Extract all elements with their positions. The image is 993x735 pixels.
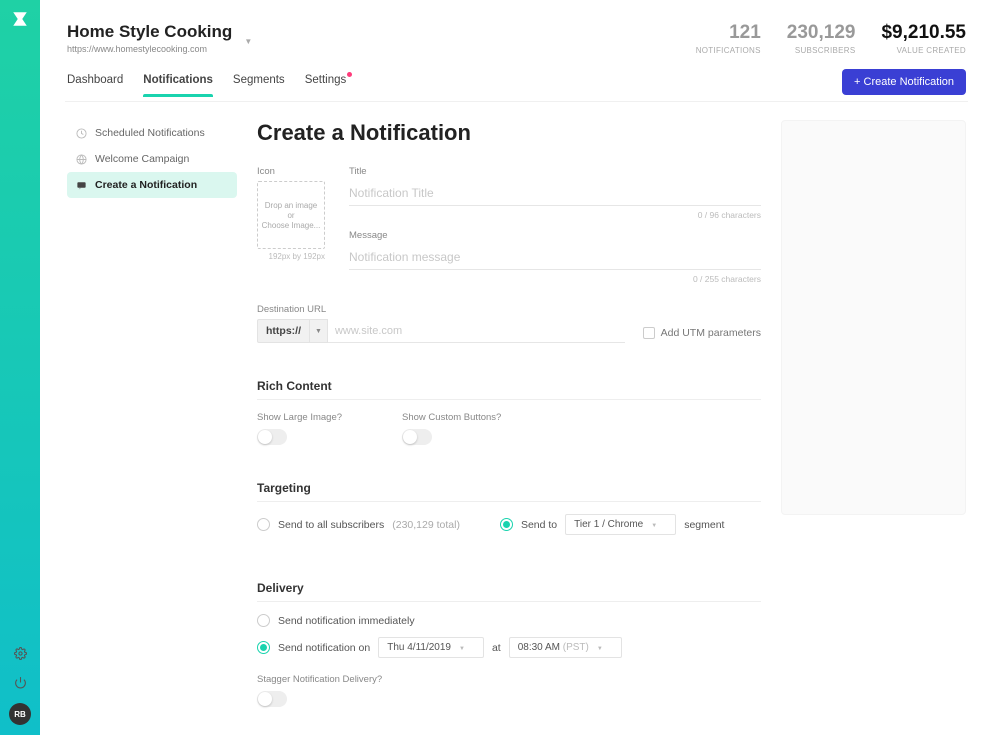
- icon-dropzone[interactable]: Drop an image or Choose Image...: [257, 181, 325, 249]
- stat-notifications: 121 NOTIFICATIONS: [696, 22, 761, 55]
- segment-select[interactable]: Tier 1 / Chrome▼: [565, 514, 676, 535]
- title-label: Title: [349, 166, 761, 177]
- chevron-down-icon: ▼: [244, 37, 252, 46]
- title-char-count: 0 / 96 characters: [349, 210, 761, 220]
- custom-buttons-toggle[interactable]: [402, 429, 432, 445]
- tab-settings[interactable]: Settings: [305, 74, 347, 96]
- tab-dashboard[interactable]: Dashboard: [67, 74, 123, 96]
- chevron-down-icon: ▼: [459, 646, 465, 652]
- title-input[interactable]: [349, 181, 761, 206]
- site-name: Home Style Cooking: [67, 22, 232, 42]
- message-icon: [75, 179, 87, 191]
- site-switcher[interactable]: Home Style Cooking https://www.homestyle…: [67, 22, 252, 54]
- stat-value-created: $9,210.55 VALUE CREATED: [881, 22, 966, 55]
- checkbox-icon: [643, 327, 655, 339]
- site-url: https://www.homestylecooking.com: [67, 44, 232, 54]
- stat-subscribers: 230,129 SUBSCRIBERS: [787, 22, 856, 55]
- radio-icon: [257, 518, 270, 531]
- gear-icon[interactable]: [14, 647, 27, 660]
- page-title: Create a Notification: [257, 120, 761, 146]
- delivery-scheduled-radio[interactable]: Send notification on Thu 4/11/2019▼ at 0…: [257, 637, 761, 658]
- tab-notifications[interactable]: Notifications: [143, 74, 213, 96]
- app-sidebar: RB: [0, 0, 40, 735]
- create-notification-button[interactable]: + Create Notification: [842, 69, 966, 95]
- power-icon[interactable]: [14, 676, 27, 689]
- add-utm-checkbox[interactable]: Add UTM parameters: [643, 327, 761, 343]
- delivery-date-select[interactable]: Thu 4/11/2019▼: [378, 637, 484, 658]
- radio-icon: [257, 641, 270, 654]
- custom-buttons-label: Show Custom Buttons?: [402, 412, 501, 423]
- chevron-down-icon[interactable]: ▼: [309, 319, 328, 343]
- large-image-label: Show Large Image?: [257, 412, 342, 423]
- chevron-down-icon: ▼: [597, 646, 603, 652]
- rich-content-heading: Rich Content: [257, 379, 761, 400]
- clock-icon: [75, 127, 87, 139]
- radio-icon: [257, 614, 270, 627]
- message-char-count: 0 / 255 characters: [349, 274, 761, 284]
- destination-url-input[interactable]: [328, 319, 625, 343]
- stagger-label: Stagger Notification Delivery?: [257, 674, 761, 685]
- sidebar-item-scheduled[interactable]: Scheduled Notifications: [67, 120, 237, 146]
- sidebar-item-welcome[interactable]: Welcome Campaign: [67, 146, 237, 172]
- url-scheme-select[interactable]: https://: [257, 319, 309, 343]
- globe-icon: [75, 153, 87, 165]
- avatar[interactable]: RB: [9, 703, 31, 725]
- radio-icon: [500, 518, 513, 531]
- sub-navigation: Scheduled Notifications Welcome Campaign…: [67, 120, 237, 707]
- large-image-toggle[interactable]: [257, 429, 287, 445]
- icon-label: Icon: [257, 166, 325, 177]
- destination-label: Destination URL: [257, 304, 625, 315]
- message-input[interactable]: [349, 245, 761, 270]
- delivery-immediate-radio[interactable]: Send notification immediately: [257, 614, 761, 627]
- sidebar-item-create[interactable]: Create a Notification: [67, 172, 237, 198]
- tab-segments[interactable]: Segments: [233, 74, 285, 96]
- top-header: Home Style Cooking https://www.homestyle…: [65, 0, 968, 55]
- delivery-time-select[interactable]: 08:30 AM (PST)▼: [509, 637, 622, 658]
- delivery-heading: Delivery: [257, 581, 761, 602]
- icon-dimensions-hint: 192px by 192px: [257, 252, 325, 261]
- notification-preview: [781, 120, 966, 515]
- targeting-segment-radio[interactable]: Send to Tier 1 / Chrome▼ segment: [500, 514, 725, 535]
- chevron-down-icon: ▼: [651, 523, 657, 529]
- logo-icon[interactable]: [11, 10, 29, 33]
- notification-dot-icon: [347, 72, 352, 77]
- message-label: Message: [349, 230, 761, 241]
- targeting-all-radio[interactable]: Send to all subscribers (230,129 total): [257, 518, 460, 531]
- targeting-heading: Targeting: [257, 481, 761, 502]
- stagger-toggle[interactable]: [257, 691, 287, 707]
